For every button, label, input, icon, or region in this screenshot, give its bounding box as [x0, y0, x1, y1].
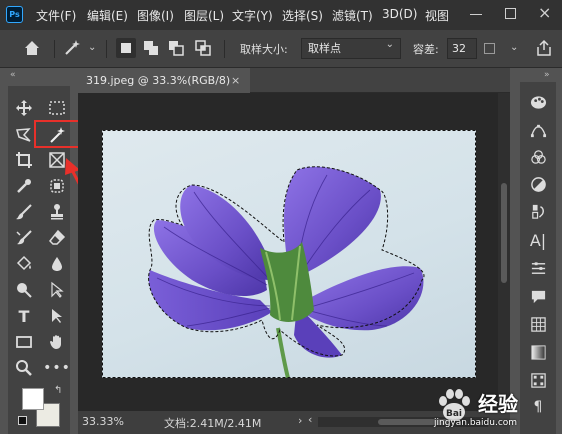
document-tab[interactable]: 319.jpeg @ 33.3%(RGB/8) × [78, 68, 250, 93]
curves-path-icon[interactable] [528, 120, 548, 140]
document-tab-title: 319.jpeg @ 33.3%(RGB/8) [86, 74, 231, 87]
gradients-icon[interactable] [528, 342, 548, 362]
zoom-level[interactable]: 33.33% [82, 415, 124, 428]
vertical-scroll-thumb[interactable] [501, 183, 507, 283]
history-icon[interactable] [528, 201, 548, 221]
chevron-right-icon[interactable]: › [298, 414, 302, 427]
channels-icon[interactable] [528, 147, 548, 167]
close-tab-icon[interactable]: × [231, 68, 240, 93]
watermark-name: 经验 [478, 392, 518, 416]
watermark-url: jingyan.baidu.com [434, 418, 518, 428]
expand-panels-icon[interactable]: » [544, 70, 550, 80]
character-icon[interactable]: A| [528, 230, 548, 250]
foreground-color-swatch[interactable] [22, 388, 44, 410]
adjustments-icon[interactable] [528, 174, 548, 194]
chevron-left-icon[interactable]: ‹ [308, 413, 312, 426]
comments-icon[interactable] [528, 286, 548, 306]
paragraph-settings-icon[interactable] [528, 258, 548, 278]
document-info: 文档:2.41M/2.41M [164, 417, 262, 430]
swatches-grid-icon[interactable] [528, 314, 548, 334]
color-panel-icon[interactable] [528, 92, 548, 112]
vertical-scrollbar[interactable] [498, 93, 510, 411]
document-tab-bar: 319.jpeg @ 33.3%(RGB/8) × [78, 68, 510, 93]
document-image[interactable] [102, 130, 476, 379]
flower-image [102, 130, 476, 379]
photoshop-window: Ps 文件(F) 编辑(E) 图像(I) 图层(L) 文字(Y) 选择(S) 滤… [0, 0, 562, 434]
baidu-jingyan-watermark: Bai 经验 jingyan.baidu.com [432, 386, 560, 432]
